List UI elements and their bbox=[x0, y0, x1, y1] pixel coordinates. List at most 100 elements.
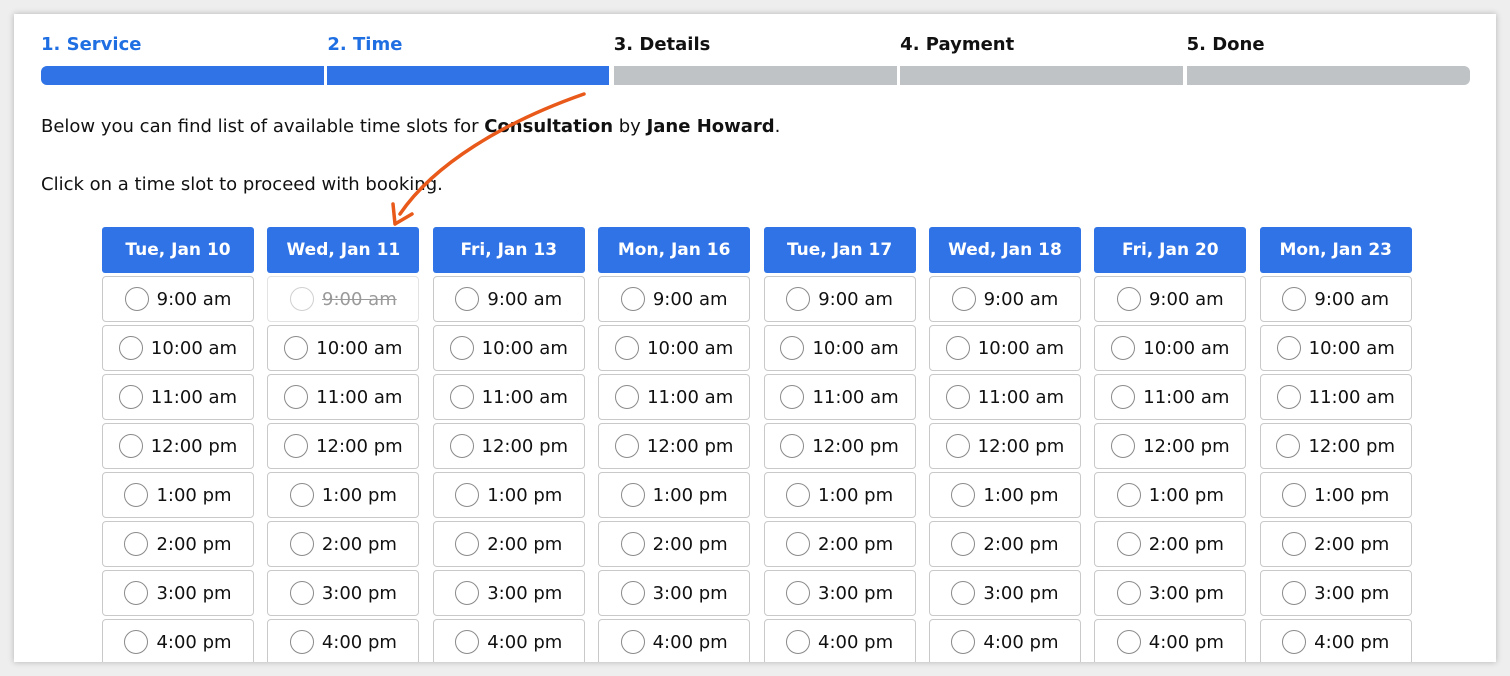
time-slot-button[interactable]: 11:00 am bbox=[1259, 374, 1412, 420]
day-header: Tue, Jan 17 bbox=[763, 227, 916, 273]
time-slot-button[interactable]: 10:00 am bbox=[267, 325, 420, 371]
radio-icon bbox=[1276, 336, 1301, 360]
time-slot-button[interactable]: 2:00 pm bbox=[267, 521, 420, 567]
time-slot-button[interactable]: 12:00 pm bbox=[1094, 423, 1247, 469]
radio-icon bbox=[786, 532, 810, 556]
time-slot-button[interactable]: 12:00 pm bbox=[432, 423, 585, 469]
time-slot-label: 4:00 pm bbox=[1148, 631, 1224, 653]
time-slot-button[interactable]: 11:00 am bbox=[267, 374, 420, 420]
time-slot-button[interactable]: 1:00 pm bbox=[432, 472, 585, 518]
time-slot-label: 3:00 pm bbox=[1148, 582, 1224, 604]
radio-icon bbox=[284, 385, 309, 409]
step-service[interactable]: 1. Service bbox=[41, 34, 327, 86]
time-slot-button[interactable]: 10:00 am bbox=[928, 325, 1081, 371]
time-slot-button[interactable]: 3:00 pm bbox=[432, 570, 585, 616]
time-slot-button[interactable]: 12:00 pm bbox=[763, 423, 916, 469]
radio-icon bbox=[945, 336, 970, 360]
time-slot-button[interactable]: 10:00 am bbox=[432, 325, 585, 371]
time-slot-button[interactable]: 11:00 am bbox=[1094, 374, 1247, 420]
time-slot-label: 1:00 pm bbox=[1148, 484, 1224, 506]
progress-steps: 1. Service 2. Time 3. Details 4. Payment… bbox=[41, 34, 1473, 86]
time-slot-button[interactable]: 9:00 am bbox=[432, 276, 585, 322]
time-slot-button[interactable]: 9:00 am bbox=[928, 276, 1081, 322]
day-column: Tue, Jan 10 9:00 am 10:00 am 11:00 am 12:00 … bbox=[102, 227, 254, 662]
time-slot-button[interactable]: 3:00 pm bbox=[1259, 570, 1412, 616]
time-slot-button[interactable]: 12:00 pm bbox=[1259, 423, 1412, 469]
time-slot-button[interactable]: 2:00 pm bbox=[1094, 521, 1247, 567]
time-slot-button[interactable]: 2:00 pm bbox=[598, 521, 751, 567]
time-slot-button[interactable]: 4:00 pm bbox=[928, 619, 1081, 662]
time-slot-button[interactable]: 12:00 pm bbox=[598, 423, 751, 469]
radio-icon bbox=[118, 336, 143, 360]
time-slot-button[interactable]: 4:00 pm bbox=[267, 619, 420, 662]
time-slot-button[interactable]: 12:00 pm bbox=[267, 423, 420, 469]
time-slot-button[interactable]: 9:00 am bbox=[598, 276, 751, 322]
time-slot-button[interactable]: 10:00 am bbox=[102, 325, 254, 371]
time-slot-label: 12:00 pm bbox=[1308, 435, 1396, 457]
intro-suffix: . bbox=[774, 116, 781, 137]
time-slot-button[interactable]: 3:00 pm bbox=[598, 570, 751, 616]
time-slot-label: 9:00 am bbox=[322, 288, 397, 310]
time-slot-button[interactable]: 10:00 am bbox=[1094, 325, 1247, 371]
time-slot-button[interactable]: 11:00 am bbox=[102, 374, 254, 420]
time-slot-button[interactable]: 12:00 pm bbox=[928, 423, 1081, 469]
time-slot-button[interactable]: 2:00 pm bbox=[102, 521, 254, 567]
time-slot-label: 11:00 am bbox=[1308, 386, 1395, 408]
time-slot-label: 10:00 am bbox=[1308, 337, 1395, 359]
time-slot-button[interactable]: 4:00 pm bbox=[1094, 619, 1247, 662]
radio-icon bbox=[289, 630, 314, 654]
time-slot-button[interactable]: 11:00 am bbox=[928, 374, 1081, 420]
time-slot-label: 3:00 pm bbox=[487, 582, 563, 604]
time-slot-button[interactable]: 1:00 pm bbox=[1094, 472, 1247, 518]
time-slot-button[interactable]: 10:00 am bbox=[1259, 325, 1412, 371]
time-slot-button[interactable]: 4:00 pm bbox=[1259, 619, 1412, 662]
time-slot-button[interactable]: 2:00 pm bbox=[1259, 521, 1412, 567]
time-slot-button[interactable]: 9:00 am bbox=[102, 276, 254, 322]
time-slot-label: 12:00 pm bbox=[977, 435, 1065, 457]
day-header: Wed, Jan 18 bbox=[928, 227, 1081, 273]
time-slot-button[interactable]: 3:00 pm bbox=[267, 570, 420, 616]
time-slot-label: 12:00 pm bbox=[646, 435, 734, 457]
time-slot-button[interactable]: 11:00 am bbox=[598, 374, 751, 420]
time-slot-button[interactable]: 1:00 pm bbox=[763, 472, 916, 518]
radio-icon bbox=[1116, 483, 1141, 507]
time-slot-button[interactable]: 3:00 pm bbox=[1094, 570, 1247, 616]
time-slot-button[interactable]: 4:00 pm bbox=[102, 619, 254, 662]
time-slot-button[interactable]: 1:00 pm bbox=[598, 472, 751, 518]
time-slot-button[interactable]: 1:00 pm bbox=[1259, 472, 1412, 518]
time-slot-button[interactable]: 10:00 am bbox=[598, 325, 751, 371]
time-slot-button[interactable]: 2:00 pm bbox=[432, 521, 585, 567]
time-slot-label: 11:00 am bbox=[316, 386, 403, 408]
step-time[interactable]: 2. Time bbox=[327, 34, 613, 86]
time-slot-button[interactable]: 9:00 am bbox=[1259, 276, 1412, 322]
time-slot-label: 10:00 am bbox=[316, 337, 403, 359]
radio-icon bbox=[1276, 385, 1301, 409]
time-slot-button[interactable]: 4:00 pm bbox=[432, 619, 585, 662]
time-slot-label: 12:00 pm bbox=[1143, 435, 1230, 457]
time-slot-label: 3:00 pm bbox=[321, 582, 397, 604]
time-slot-button[interactable]: 10:00 am bbox=[763, 325, 916, 371]
radio-icon bbox=[289, 483, 314, 507]
time-slot-button[interactable]: 12:00 pm bbox=[102, 423, 254, 469]
time-slot-button[interactable]: 3:00 pm bbox=[102, 570, 254, 616]
time-slot-button[interactable]: 2:00 pm bbox=[928, 521, 1081, 567]
time-slot-button[interactable]: 11:00 am bbox=[432, 374, 585, 420]
time-slot-button[interactable]: 4:00 pm bbox=[598, 619, 751, 662]
time-slot-button[interactable]: 1:00 pm bbox=[267, 472, 420, 518]
hint-text: Click on a time slot to proceed with boo… bbox=[41, 174, 443, 195]
time-slot-button[interactable]: 1:00 pm bbox=[928, 472, 1081, 518]
time-slot-button[interactable]: 4:00 pm bbox=[763, 619, 916, 662]
time-slot-label: 10:00 am bbox=[647, 337, 734, 359]
time-slot-button[interactable]: 1:00 pm bbox=[102, 472, 254, 518]
day-column: Wed, Jan 11 9:00 am 10:00 am 11:00 am 12:00 … bbox=[267, 227, 420, 662]
time-slot-button: 9:00 am bbox=[267, 276, 420, 322]
time-slot-button[interactable]: 11:00 am bbox=[763, 374, 916, 420]
time-slot-button[interactable]: 9:00 am bbox=[1094, 276, 1247, 322]
time-slot-button[interactable]: 9:00 am bbox=[763, 276, 916, 322]
time-slot-button[interactable]: 3:00 pm bbox=[928, 570, 1081, 616]
time-slot-button[interactable]: 2:00 pm bbox=[763, 521, 916, 567]
time-slot-label: 9:00 am bbox=[156, 288, 232, 310]
step-payment: 4. Payment bbox=[900, 34, 1186, 86]
radio-icon bbox=[118, 385, 143, 409]
time-slot-button[interactable]: 3:00 pm bbox=[763, 570, 916, 616]
